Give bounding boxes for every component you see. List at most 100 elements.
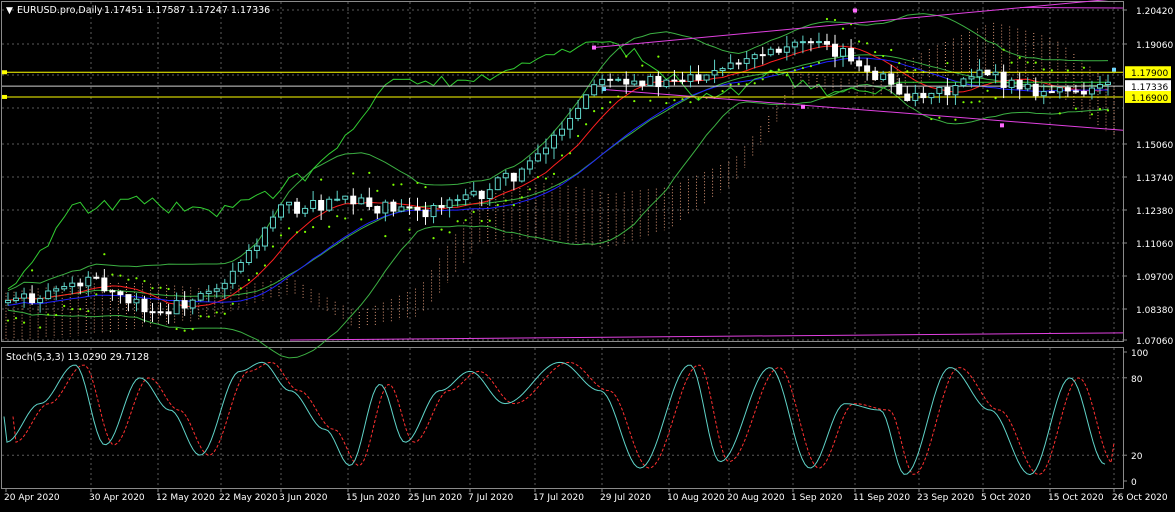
parabolic-sar-dot xyxy=(368,172,370,174)
channel-marker xyxy=(1000,123,1004,127)
time-tick-label: 5 Oct 2020 xyxy=(981,493,1031,503)
candle-body xyxy=(367,198,372,206)
candle-body xyxy=(712,71,717,75)
candle-body xyxy=(560,129,565,135)
candle-body xyxy=(375,206,380,213)
price-tick-label: 1.12380 xyxy=(1136,207,1173,217)
parabolic-sar-dot xyxy=(497,204,499,206)
candle-body xyxy=(897,84,902,94)
parabolic-sar-dot xyxy=(545,177,547,179)
parabolic-sar-dot xyxy=(416,182,418,184)
parabolic-sar-dot xyxy=(569,152,571,154)
candle-body xyxy=(664,80,669,86)
parabolic-sar-dot xyxy=(609,101,611,103)
parabolic-sar-dot xyxy=(1035,62,1037,64)
parabolic-sar-dot xyxy=(216,311,218,313)
candle-body xyxy=(1106,82,1111,84)
candle-body xyxy=(198,293,203,300)
parabolic-sar-dot xyxy=(159,287,161,289)
time-tick-label: 7 Jul 2020 xyxy=(468,493,513,503)
parabolic-sar-dot xyxy=(553,173,555,175)
price-tick-label: 1.09700 xyxy=(1136,273,1173,283)
parabolic-sar-dot xyxy=(400,183,402,185)
parabolic-sar-dot xyxy=(296,231,298,233)
candle-body xyxy=(1001,72,1006,87)
candle-body xyxy=(78,283,83,286)
candle-body xyxy=(937,87,942,93)
candle-body xyxy=(985,70,990,75)
candle-body xyxy=(648,76,653,85)
candle-body xyxy=(14,298,19,300)
parabolic-sar-dot xyxy=(352,172,354,174)
candle-body xyxy=(592,85,597,95)
candle-body xyxy=(865,66,870,71)
candle-body xyxy=(784,47,789,52)
candle-body xyxy=(568,118,573,129)
parabolic-sar-dot xyxy=(312,226,314,228)
price-tick-label: 1.20420 xyxy=(1136,7,1173,17)
time-tick-label: 1 Sep 2020 xyxy=(791,493,843,503)
price-tick-label: 1.15060 xyxy=(1136,141,1173,151)
candle-body xyxy=(792,42,797,47)
time-tick-label: 15 Oct 2020 xyxy=(1048,493,1104,503)
parabolic-sar-dot xyxy=(746,83,748,85)
parabolic-sar-dot xyxy=(119,275,121,277)
candle-body xyxy=(102,278,107,291)
candle-body xyxy=(1097,85,1102,89)
candle-body xyxy=(776,49,781,52)
time-tick-label: 15 Jun 2020 xyxy=(346,493,400,503)
candle-body xyxy=(576,108,581,118)
parabolic-sar-dot xyxy=(473,211,475,213)
parabolic-sar-dot xyxy=(39,326,41,328)
parabolic-sar-dot xyxy=(1043,68,1045,70)
parabolic-sar-dot xyxy=(344,217,346,219)
candle-body xyxy=(728,63,733,69)
candle-body xyxy=(744,59,749,64)
parabolic-sar-dot xyxy=(561,154,563,156)
candle-body xyxy=(431,206,436,217)
candle-body xyxy=(752,55,757,59)
candle-body xyxy=(680,80,685,81)
chart-background xyxy=(0,0,1175,508)
parabolic-sar-dot xyxy=(360,218,362,220)
parabolic-sar-dot xyxy=(1067,69,1069,71)
candle-body xyxy=(768,49,773,54)
channel-marker xyxy=(853,8,857,12)
parabolic-sar-dot xyxy=(127,279,129,281)
price-tick-label: 1.07060 xyxy=(1136,337,1173,347)
parabolic-sar-dot xyxy=(1075,108,1077,110)
parabolic-sar-dot xyxy=(457,220,459,222)
candle-body xyxy=(134,299,139,303)
parabolic-sar-dot xyxy=(938,117,940,119)
trading-chart-window[interactable]: ▼ EURUSD.pro,Daily 1.17451 1.17587 1.172… xyxy=(0,0,1175,508)
parabolic-sar-dot xyxy=(328,226,330,228)
parabolic-sar-dot xyxy=(288,227,290,229)
time-tick-label: 22 May 2020 xyxy=(219,493,278,503)
parabolic-sar-dot xyxy=(721,90,723,92)
candle-body xyxy=(953,86,958,95)
candle-body xyxy=(688,75,693,82)
time-tick-label: 29 Jul 2020 xyxy=(600,493,651,503)
candle-body xyxy=(262,228,267,246)
chart-canvas[interactable]: ▼ EURUSD.pro,Daily 1.17451 1.17587 1.172… xyxy=(0,0,1175,508)
parabolic-sar-dot xyxy=(537,176,539,178)
candle-body xyxy=(327,199,332,210)
parabolic-sar-dot xyxy=(641,65,643,67)
parabolic-sar-dot xyxy=(320,179,322,181)
parabolic-sar-dot xyxy=(657,56,659,58)
parabolic-sar-dot xyxy=(87,310,89,312)
parabolic-sar-dot xyxy=(135,277,137,279)
parabolic-sar-dot xyxy=(842,28,844,30)
parabolic-sar-dot xyxy=(778,69,780,71)
price-tick-label: 1.13740 xyxy=(1136,174,1173,184)
parabolic-sar-dot xyxy=(1091,113,1093,115)
parabolic-sar-dot xyxy=(834,19,836,21)
symbol-dropdown-icon[interactable]: ▼ xyxy=(6,6,13,16)
candle-body xyxy=(1057,88,1062,92)
candle-body xyxy=(824,42,829,45)
candle-body xyxy=(214,289,219,292)
parabolic-sar-dot xyxy=(489,220,491,222)
candle-body xyxy=(230,271,235,283)
stoch-tick-label: 0 xyxy=(1131,478,1137,488)
candle-body xyxy=(1073,91,1078,92)
